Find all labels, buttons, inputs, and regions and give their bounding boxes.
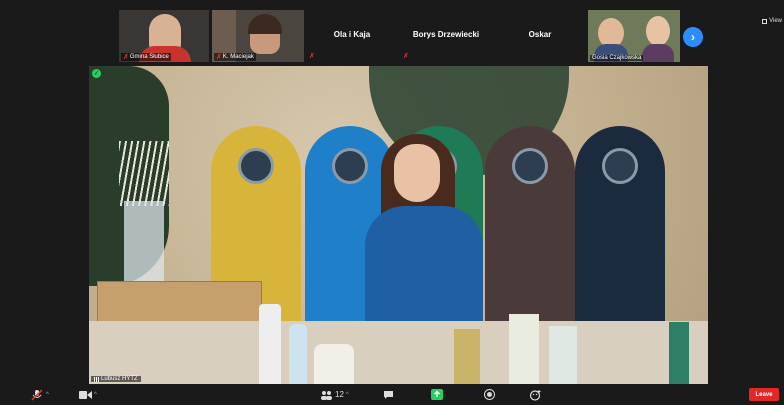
chevron-up-icon[interactable]: ^ — [94, 392, 97, 398]
record-button[interactable] — [482, 387, 496, 402]
mute-button[interactable]: ^ — [30, 387, 49, 402]
vase — [124, 201, 164, 286]
view-toggle[interactable]: View — [762, 18, 782, 24]
participants-icon — [319, 389, 333, 401]
participant-name: Ola i Kaja — [333, 30, 371, 39]
participant-tile[interactable]: ✗ Gmina Słubice — [119, 10, 209, 62]
next-page-button[interactable]: › — [683, 27, 703, 47]
recycling-bin-black — [575, 126, 665, 336]
active-speaker-video: ✓ Lubusz HYTZ — [89, 66, 708, 384]
chat-icon — [381, 389, 395, 401]
signal-bars-icon — [94, 376, 99, 382]
reactions-icon — [528, 389, 542, 401]
leave-button[interactable]: Leave — [749, 388, 779, 401]
shield-icon: ✓ — [92, 69, 101, 78]
record-icon — [482, 389, 496, 401]
participant-name: Borys Drzewiecki — [412, 30, 480, 39]
chevron-right-icon: › — [691, 30, 695, 44]
participant-tile[interactable]: Ola i Kaja ✗ — [306, 10, 398, 62]
microphone-muted-icon: ✗ — [309, 53, 315, 60]
share-screen-icon — [430, 389, 444, 401]
participants-button[interactable]: 12 ^ — [319, 387, 349, 402]
participant-name: Oskar — [528, 30, 552, 39]
participant-name: Gmina Słubice — [129, 54, 169, 60]
speaker-name-label: Lubusz HYTZ — [91, 376, 141, 382]
participant-tile[interactable]: Borys Drzewiecki ✗ — [400, 10, 492, 62]
chevron-up-icon[interactable]: ^ — [346, 392, 349, 398]
reactions-button[interactable] — [528, 387, 542, 402]
participant-tile[interactable]: ✗ K. Maciejak — [212, 10, 304, 62]
chat-button[interactable] — [381, 387, 395, 402]
gallery-strip: ✗ Gmina Słubice ✗ K. Maciejak Ola i Kaja… — [0, 0, 784, 66]
video-camera-icon — [78, 389, 92, 401]
grid-icon — [762, 18, 768, 24]
video-button[interactable]: ^ — [78, 387, 97, 402]
participant-tile[interactable]: Oskar — [494, 10, 586, 62]
share-screen-button[interactable] — [430, 387, 444, 402]
recycling-bin-brown — [485, 126, 575, 336]
microphone-muted-icon — [30, 388, 44, 401]
participant-name: Gosia Czajkowska — [592, 55, 642, 61]
participants-count: 12 — [335, 390, 344, 399]
desk — [89, 321, 708, 384]
participant-tile[interactable]: Gosia Czajkowska — [588, 10, 680, 62]
chevron-up-icon[interactable]: ^ — [46, 392, 49, 398]
microphone-muted-icon: ✗ — [403, 53, 409, 60]
microphone-muted-icon: ✗ — [216, 54, 222, 61]
participant-name: K. Maciejak — [222, 54, 254, 60]
microphone-muted-icon: ✗ — [123, 54, 129, 61]
meeting-toolbar: ^ ^ 12 ^ Leave — [0, 384, 784, 405]
